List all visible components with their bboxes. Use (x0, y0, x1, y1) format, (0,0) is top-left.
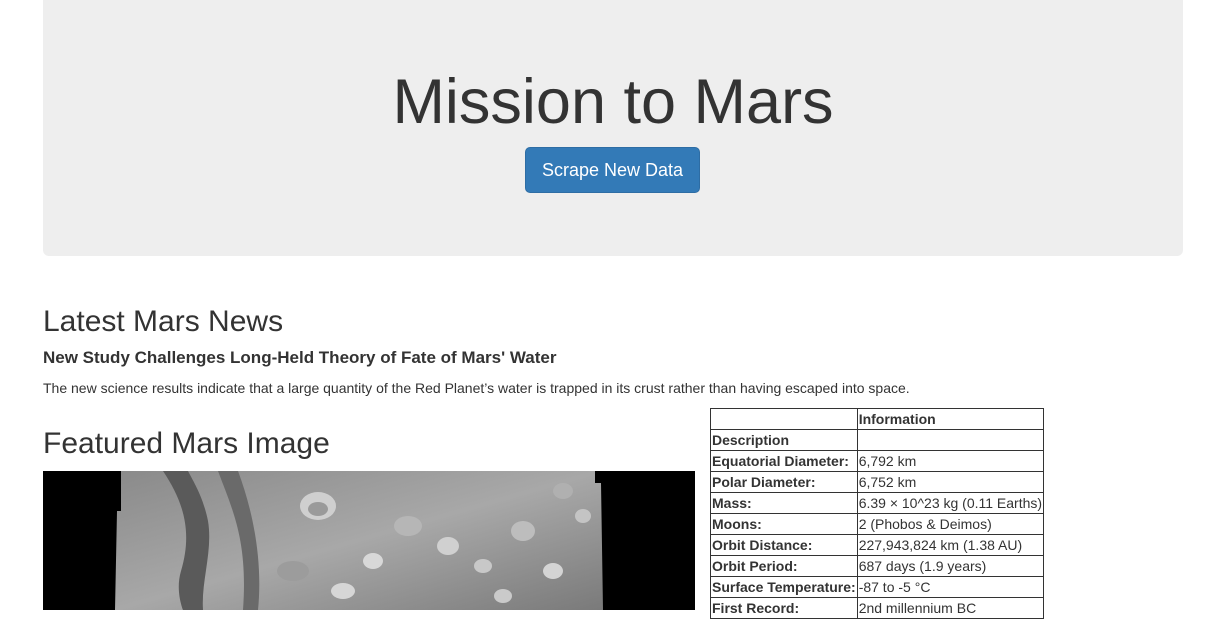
fact-value: 2 (Phobos & Deimos) (856, 513, 1045, 535)
fact-label: Orbit Period: (710, 555, 858, 577)
fact-value: -87 to -5 °C (856, 576, 1045, 598)
fact-value: 6,792 km (856, 450, 1045, 472)
fact-value: 6.39 × 10^23 kg (0.11 Earths) (856, 492, 1045, 514)
fact-label: Orbit Distance: (710, 534, 858, 556)
news-title: New Study Challenges Long-Held Theory of… (43, 348, 557, 367)
table-header-cell (710, 408, 858, 430)
table-row: Moons: 2 (Phobos & Deimos) (710, 513, 1045, 535)
fact-label: Surface Temperature: (710, 576, 858, 598)
table-header-row: Information (710, 408, 1045, 430)
page-title: Mission to Mars (392, 67, 834, 137)
table-row: Polar Diameter: 6,752 km (710, 471, 1045, 493)
featured-image-heading: Featured Mars Image (43, 427, 330, 460)
table-row: Orbit Period: 687 days (1.9 years) (710, 555, 1045, 577)
fact-value: 2nd millennium BC (856, 597, 1045, 619)
table-row: First Record: 2nd millennium BC (710, 597, 1045, 619)
news-paragraph: The new science results indicate that a … (43, 380, 910, 396)
fact-value: 687 days (1.9 years) (856, 555, 1045, 577)
fact-label: Moons: (710, 513, 858, 535)
fact-value: 6,752 km (856, 471, 1045, 493)
fact-value (856, 429, 1045, 451)
fact-value: 227,943,824 km (1.38 AU) (856, 534, 1045, 556)
scrape-new-data-button[interactable]: Scrape New Data (525, 147, 700, 193)
table-row: Equatorial Diameter: 6,792 km (710, 450, 1045, 472)
latest-news-heading: Latest Mars News (43, 305, 284, 338)
fact-label: Description (710, 429, 858, 451)
table-row: Orbit Distance: 227,943,824 km (1.38 AU) (710, 534, 1045, 556)
fact-label: Equatorial Diameter: (710, 450, 858, 472)
table-header-cell: Information (856, 408, 1045, 430)
jumbotron-header: Mission to Mars Scrape New Data (43, 0, 1183, 256)
featured-mars-image (43, 471, 695, 610)
table-row: Surface Temperature: -87 to -5 °C (710, 576, 1045, 598)
table-row: Description (710, 429, 1045, 451)
fact-label: Mass: (710, 492, 858, 514)
fact-label: Polar Diameter: (710, 471, 858, 493)
mars-facts-table: Information Description Equatorial Diame… (710, 408, 1045, 619)
fact-label: First Record: (710, 597, 858, 619)
table-row: Mass: 6.39 × 10^23 kg (0.11 Earths) (710, 492, 1045, 514)
